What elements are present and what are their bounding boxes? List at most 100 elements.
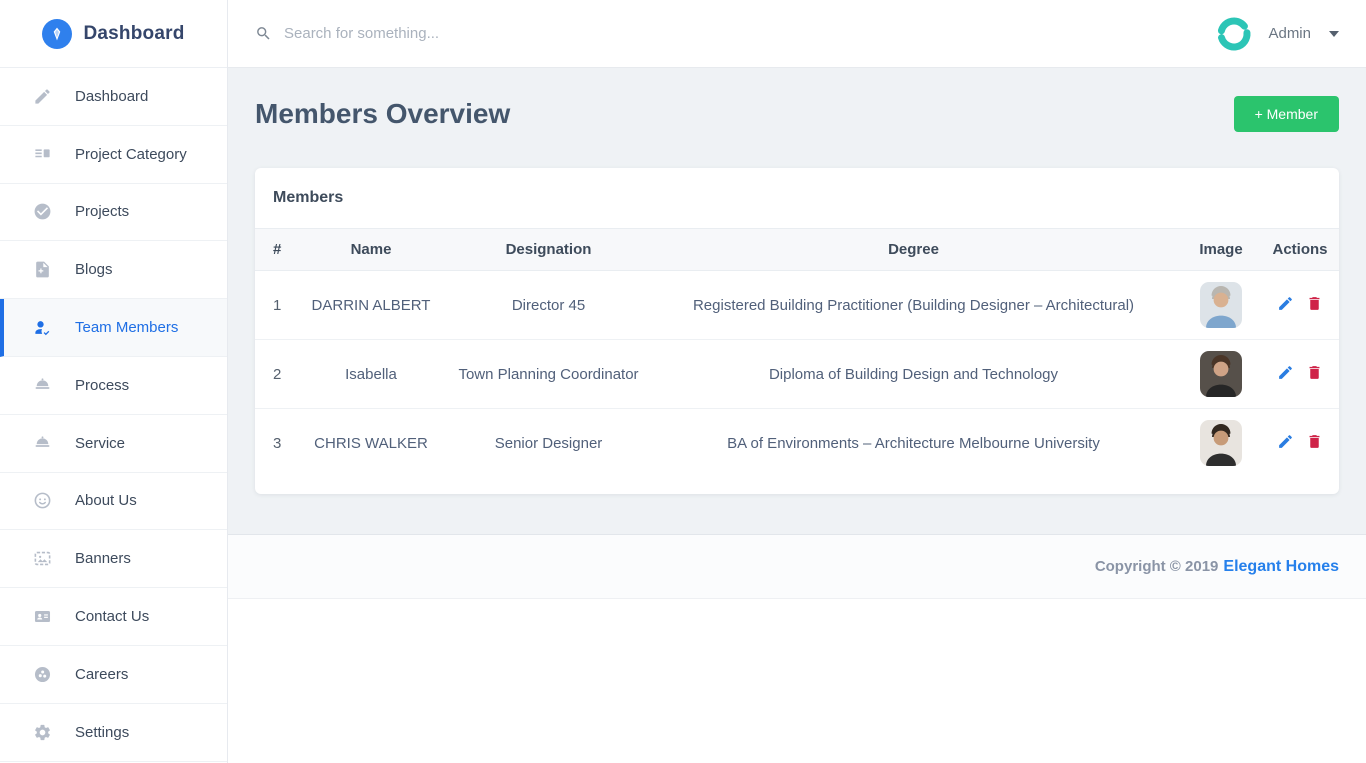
edit-pencil-icon bbox=[1277, 438, 1294, 453]
sidebar-item-team-members[interactable]: Team Members bbox=[0, 299, 227, 357]
sidebar: Dashboard Dashboard Project Category Pro… bbox=[0, 0, 228, 763]
sidebar-item-label: Team Members bbox=[75, 319, 178, 336]
sidebar-item-label: About Us bbox=[75, 492, 137, 509]
card-title: Members bbox=[273, 189, 343, 206]
member-actions-cell bbox=[1261, 340, 1339, 409]
sidebar-item-settings[interactable]: Settings bbox=[0, 704, 227, 762]
column-header-degree: Degree bbox=[646, 229, 1181, 271]
copyright-text: Copyright © 2019 bbox=[1095, 558, 1219, 575]
member-image-cell bbox=[1181, 271, 1261, 340]
footer: Copyright © 2019 Elegant Homes bbox=[228, 535, 1366, 599]
dome-icon bbox=[33, 376, 52, 395]
member-actions-cell bbox=[1261, 409, 1339, 495]
card-header: Members bbox=[255, 168, 1339, 229]
column-header--: # bbox=[255, 229, 291, 271]
gear-icon bbox=[33, 723, 52, 742]
member-row: 2IsabellaTown Planning CoordinatorDiplom… bbox=[255, 340, 1339, 409]
members-card: Members #NameDesignationDegreeImageActio… bbox=[255, 168, 1339, 494]
sidebar-item-blogs[interactable]: Blogs bbox=[0, 241, 227, 299]
contact-card-icon bbox=[33, 607, 52, 626]
topbar: Admin bbox=[228, 0, 1366, 68]
pencil-icon bbox=[33, 87, 52, 106]
sidebar-item-contact-us[interactable]: Contact Us bbox=[0, 588, 227, 646]
member-designation: Town Planning Coordinator bbox=[451, 340, 646, 409]
user-check-icon bbox=[33, 318, 52, 337]
file-plus-icon bbox=[33, 260, 52, 279]
edit-pencil-icon bbox=[1277, 300, 1294, 315]
member-degree: BA of Environments – Architecture Melbou… bbox=[646, 409, 1181, 495]
check-circle-icon bbox=[33, 202, 52, 221]
app-root: Dashboard Dashboard Project Category Pro… bbox=[0, 0, 1366, 763]
add-member-button[interactable]: + Member bbox=[1234, 96, 1339, 132]
sidebar-item-about-us[interactable]: About Us bbox=[0, 473, 227, 531]
page-head: Members Overview + Member bbox=[255, 96, 1339, 132]
delete-member-button[interactable] bbox=[1300, 433, 1329, 453]
sidebar-item-label: Projects bbox=[75, 203, 129, 220]
column-header-image: Image bbox=[1181, 229, 1261, 271]
ball-icon bbox=[33, 665, 52, 684]
portrait-gray-haired-man bbox=[1200, 282, 1242, 328]
sidebar-item-process[interactable]: Process bbox=[0, 357, 227, 415]
dome-icon bbox=[33, 434, 52, 453]
sidebar-item-label: Project Category bbox=[75, 146, 187, 163]
sidebar-item-project-category[interactable]: Project Category bbox=[0, 126, 227, 184]
sidebar-item-label: Settings bbox=[75, 724, 129, 741]
sidebar-item-label: Careers bbox=[75, 666, 128, 683]
portrait-dark-haired-woman bbox=[1200, 351, 1242, 397]
brand-title: Dashboard bbox=[83, 23, 184, 45]
delete-member-button[interactable] bbox=[1300, 364, 1329, 384]
search-bar bbox=[255, 25, 1216, 42]
trash-icon bbox=[1306, 369, 1323, 384]
edit-member-button[interactable] bbox=[1271, 295, 1300, 315]
member-image-cell bbox=[1181, 340, 1261, 409]
member-name: Isabella bbox=[291, 340, 451, 409]
table-body: 1DARRIN ALBERTDirector 45Registered Buil… bbox=[255, 271, 1339, 495]
main-area: Admin Members Overview + Member Members bbox=[228, 0, 1366, 763]
row-number: 2 bbox=[255, 340, 291, 409]
member-name: DARRIN ALBERT bbox=[291, 271, 451, 340]
member-row: 3CHRIS WALKERSenior DesignerBA of Enviro… bbox=[255, 409, 1339, 495]
content: Members Overview + Member Members #NameD… bbox=[228, 68, 1366, 535]
elegant-homes-link[interactable]: Elegant Homes bbox=[1223, 558, 1339, 576]
sidebar-item-label: Blogs bbox=[75, 261, 113, 278]
sidebar-item-label: Dashboard bbox=[75, 88, 148, 105]
teal-ring-avatar bbox=[1216, 16, 1252, 52]
image-icon bbox=[33, 549, 52, 568]
column-header-actions: Actions bbox=[1261, 229, 1339, 271]
member-designation: Director 45 bbox=[451, 271, 646, 340]
sidebar-item-projects[interactable]: Projects bbox=[0, 184, 227, 242]
portrait-bearded-man bbox=[1200, 420, 1242, 466]
gem-icon bbox=[42, 19, 72, 49]
admin-menu[interactable]: Admin bbox=[1216, 16, 1339, 52]
brand[interactable]: Dashboard bbox=[0, 0, 227, 68]
sidebar-item-label: Contact Us bbox=[75, 608, 149, 625]
sidebar-item-dashboard[interactable]: Dashboard bbox=[0, 68, 227, 126]
member-row: 1DARRIN ALBERTDirector 45Registered Buil… bbox=[255, 271, 1339, 340]
page-title: Members Overview bbox=[255, 98, 510, 130]
sidebar-item-label: Banners bbox=[75, 550, 131, 567]
sidebar-item-careers[interactable]: Careers bbox=[0, 646, 227, 704]
member-image-cell bbox=[1181, 409, 1261, 495]
search-input[interactable] bbox=[284, 25, 704, 42]
member-designation: Senior Designer bbox=[451, 409, 646, 495]
category-icon bbox=[33, 145, 52, 164]
members-table: #NameDesignationDegreeImageActions 1DARR… bbox=[255, 229, 1339, 494]
member-degree: Diploma of Building Design and Technolog… bbox=[646, 340, 1181, 409]
member-degree: Registered Building Practitioner (Buildi… bbox=[646, 271, 1181, 340]
edit-member-button[interactable] bbox=[1271, 364, 1300, 384]
sidebar-item-label: Service bbox=[75, 435, 125, 452]
smiley-icon bbox=[33, 491, 52, 510]
edit-member-button[interactable] bbox=[1271, 433, 1300, 453]
sidebar-item-service[interactable]: Service bbox=[0, 415, 227, 473]
delete-member-button[interactable] bbox=[1300, 295, 1329, 315]
admin-label: Admin bbox=[1268, 25, 1311, 42]
member-name: CHRIS WALKER bbox=[291, 409, 451, 495]
table-header-row: #NameDesignationDegreeImageActions bbox=[255, 229, 1339, 271]
edit-pencil-icon bbox=[1277, 369, 1294, 384]
trash-icon bbox=[1306, 438, 1323, 453]
sidebar-item-banners[interactable]: Banners bbox=[0, 530, 227, 588]
column-header-designation: Designation bbox=[451, 229, 646, 271]
row-number: 1 bbox=[255, 271, 291, 340]
search-icon bbox=[255, 25, 272, 42]
column-header-name: Name bbox=[291, 229, 451, 271]
